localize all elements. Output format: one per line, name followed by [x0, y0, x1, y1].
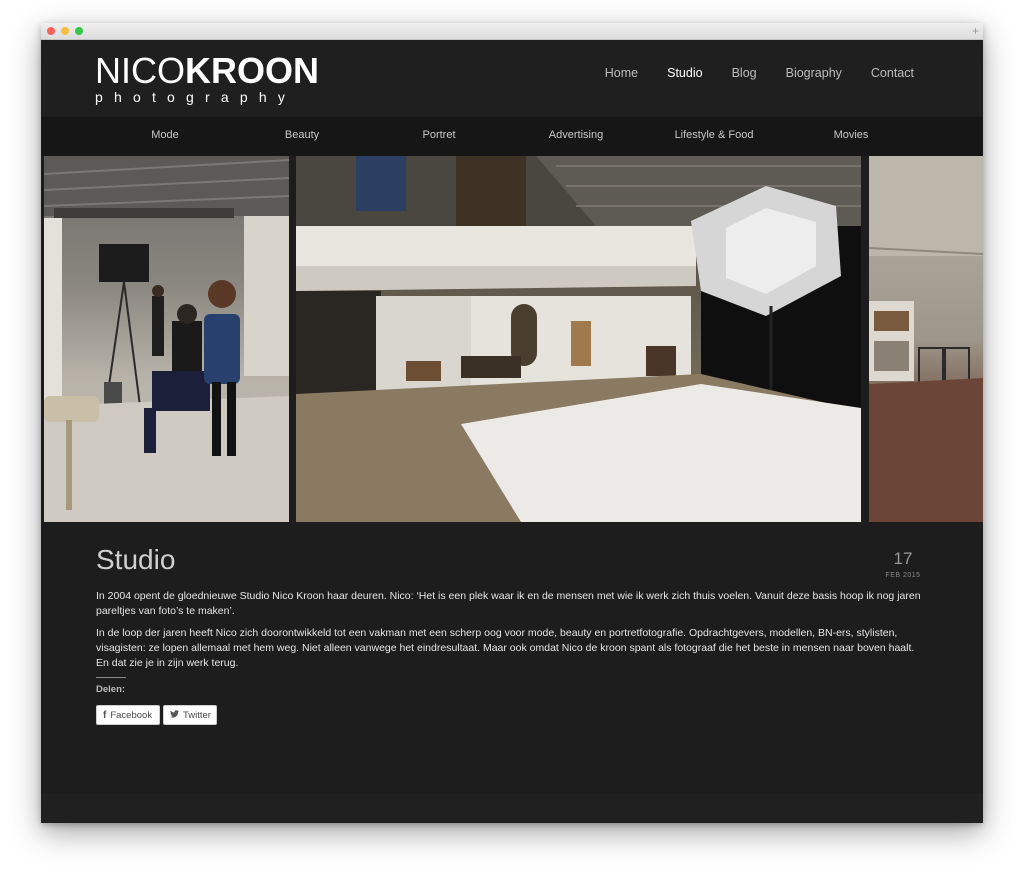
studio-hall-illustration [296, 156, 861, 522]
browser-window: + NICOKROON photography Home Studio Blog… [41, 23, 983, 823]
post-title: Studio [96, 544, 176, 575]
title-bar: + [41, 23, 983, 40]
facebook-share-button[interactable]: f Facebook [96, 705, 160, 725]
category-beauty[interactable]: Beauty [285, 129, 319, 141]
logo-tagline: photography [95, 89, 297, 105]
footer-band [41, 793, 983, 823]
close-window-button[interactable] [47, 27, 55, 35]
photo-gallery [41, 156, 983, 522]
post-content: Studio 17 FEB 2015 In 2004 opent de gloe… [41, 522, 983, 823]
zoom-window-button[interactable] [75, 27, 83, 35]
category-portret[interactable]: Portret [422, 129, 455, 141]
logo-name-last: KROON [185, 50, 319, 91]
category-advertising[interactable]: Advertising [549, 129, 603, 141]
post-date-day: 17 [893, 549, 913, 568]
nav-biography[interactable]: Biography [786, 66, 842, 80]
site-header: NICOKROON photography Home Studio Blog B… [41, 40, 983, 117]
gallery-photo-studio-hall[interactable] [296, 156, 861, 522]
logo-name-first: NICO [95, 50, 185, 91]
post-date-month: FEB 2015 [885, 572, 921, 579]
nav-home[interactable]: Home [605, 66, 638, 80]
category-lifestyle-food[interactable]: Lifestyle & Food [675, 129, 754, 141]
category-movies[interactable]: Movies [834, 129, 869, 141]
gallery-photo-photoshoot[interactable] [44, 156, 289, 522]
nav-contact[interactable]: Contact [871, 66, 914, 80]
twitter-icon [170, 709, 179, 721]
gallery-photo-studio-side[interactable] [869, 156, 983, 522]
nav-blog[interactable]: Blog [732, 66, 757, 80]
category-nav: Mode Beauty Portret Advertising Lifestyl… [41, 117, 983, 156]
post-paragraph-1: In 2004 opent de gloednieuwe Studio Nico… [96, 590, 921, 617]
minimize-window-button[interactable] [61, 27, 69, 35]
category-mode[interactable]: Mode [151, 129, 179, 141]
share-label: Delen: [96, 684, 126, 695]
studio-side-illustration [869, 156, 983, 522]
new-tab-icon[interactable]: + [972, 24, 979, 38]
nav-studio[interactable]: Studio [667, 66, 702, 80]
facebook-icon: f [103, 709, 107, 721]
facebook-share-label: Facebook [110, 709, 153, 721]
post-paragraph-2: In de loop der jaren heeft Nico zich doo… [96, 627, 915, 669]
main-nav: Home Studio Blog Biography Contact [576, 66, 914, 80]
share-divider [96, 677, 126, 678]
twitter-share-button[interactable]: Twitter [163, 705, 217, 725]
twitter-share-label: Twitter [183, 709, 211, 721]
photoshoot-illustration [44, 156, 289, 522]
site-logo[interactable]: NICOKROON photography [95, 50, 319, 106]
